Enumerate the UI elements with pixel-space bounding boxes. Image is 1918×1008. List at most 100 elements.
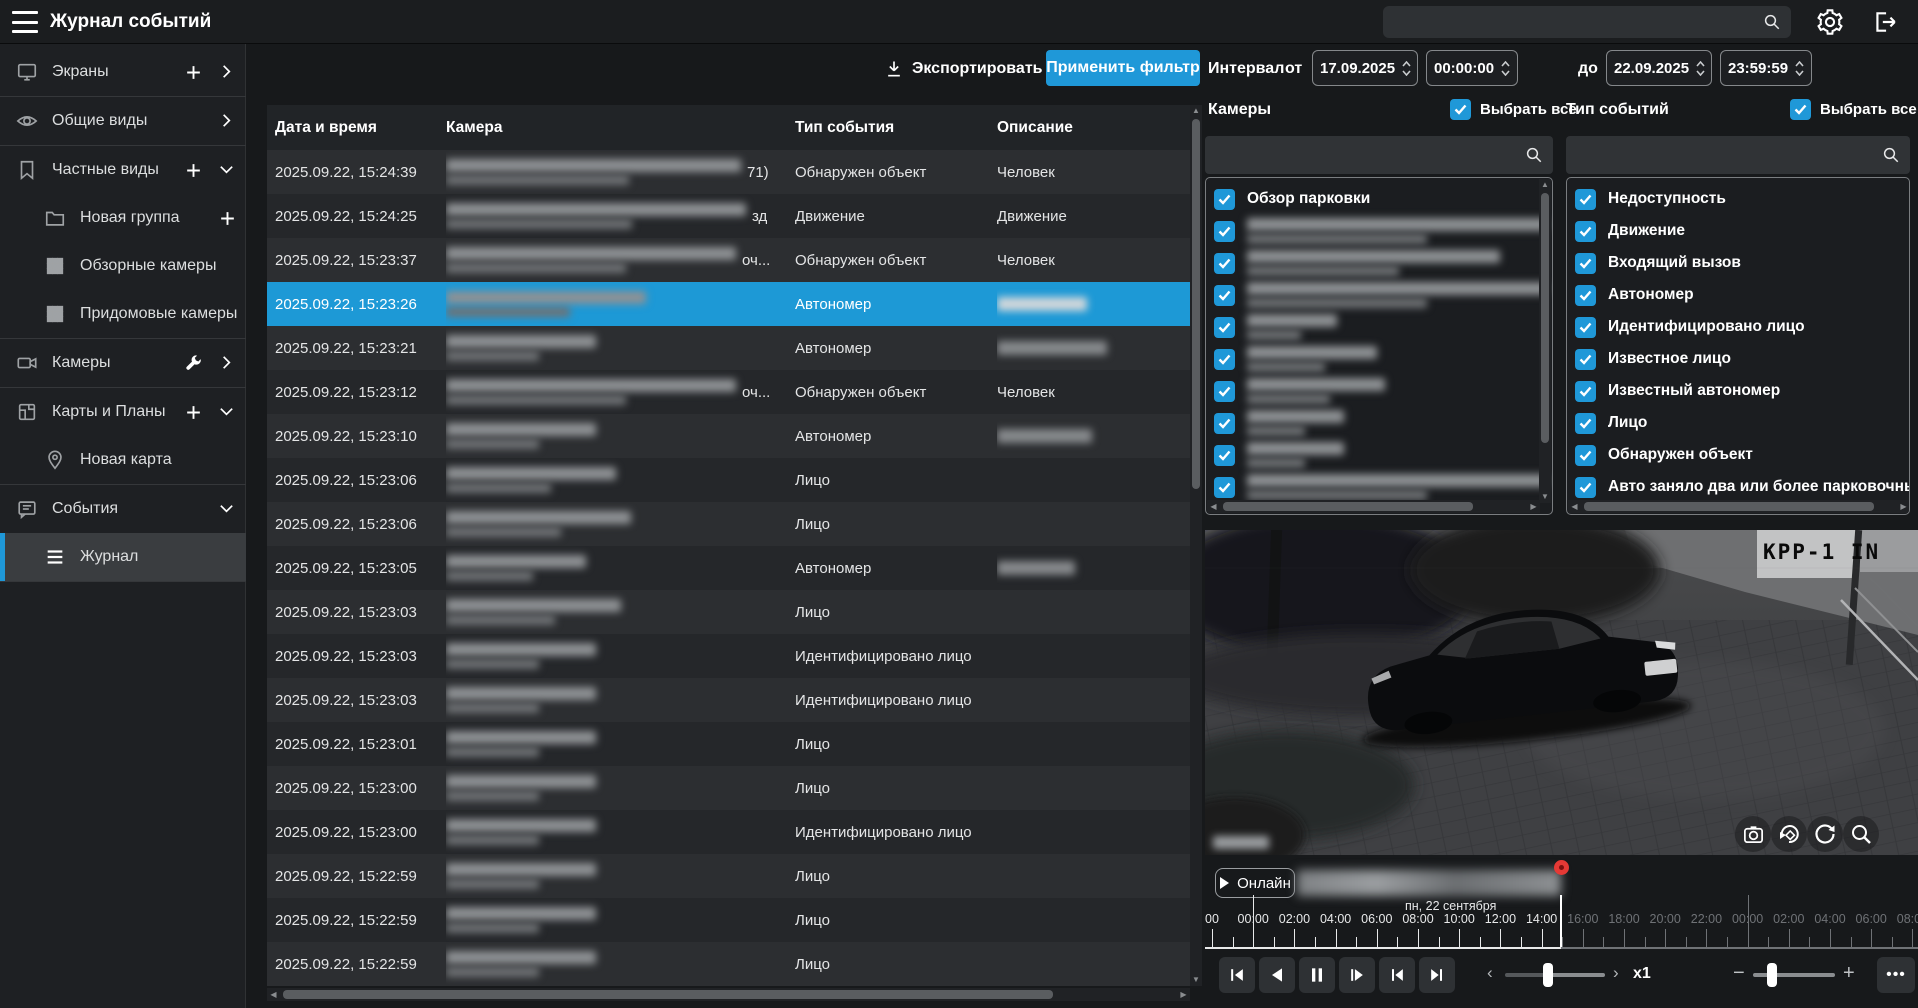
event-types-select-all[interactable]: Выбрать все — [1790, 99, 1917, 120]
scroll-down-icon[interactable]: ▼ — [1539, 491, 1551, 503]
add-icon[interactable] — [184, 403, 202, 421]
camera-filter-item[interactable] — [1214, 471, 1547, 503]
zoom-out-icon[interactable]: − — [1733, 962, 1745, 985]
to-date-picker[interactable]: 22.09.2025 — [1606, 50, 1712, 86]
pause-button[interactable] — [1299, 957, 1335, 993]
table-row[interactable]: 2025.09.22, 15:24:25здДвижениеДвижение — [267, 194, 1190, 238]
cameras-vertical-scrollbar[interactable]: ▲ ▼ — [1539, 179, 1551, 503]
chevron-right-icon[interactable] — [218, 63, 236, 81]
checkbox-checked-icon[interactable] — [1790, 99, 1811, 120]
chevron-down-icon[interactable] — [218, 403, 236, 421]
export-button[interactable]: Экспортировать — [884, 52, 1043, 86]
table-row[interactable]: 2025.09.22, 15:22:59Лицо — [267, 942, 1190, 986]
sidebar-item-Экраны[interactable]: Экраны — [0, 48, 246, 96]
checkbox-checked-icon[interactable] — [1214, 253, 1235, 274]
camera-filter-item[interactable] — [1214, 439, 1344, 471]
time-spinner-icon[interactable] — [1795, 61, 1804, 76]
table-row[interactable]: 2025.09.22, 15:23:12оч...Обнаружен объек… — [267, 370, 1190, 414]
cameras-horizontal-scrollbar[interactable]: ◀ ▶ — [1207, 500, 1540, 513]
wrench-icon[interactable] — [184, 354, 202, 372]
checkbox-checked-icon[interactable] — [1214, 349, 1235, 370]
checkbox-checked-icon[interactable] — [1450, 99, 1471, 120]
date-spinner-icon[interactable] — [1696, 61, 1705, 76]
sidebar-item-Частные виды[interactable]: Частные виды — [0, 146, 246, 194]
table-row[interactable]: 2025.09.22, 15:23:10Автономер — [267, 414, 1190, 458]
speed-slider[interactable] — [1505, 973, 1605, 977]
sidebar-item-Журнал[interactable]: Журнал — [0, 533, 246, 581]
sidebar-item-Придомовые камеры[interactable]: Придомовые камеры — [0, 290, 246, 338]
hamburger-menu-icon[interactable] — [12, 11, 38, 33]
previous-event-button[interactable] — [1379, 957, 1415, 993]
timeline-event-marker[interactable] — [1554, 860, 1569, 875]
step-backward-button[interactable] — [1219, 957, 1255, 993]
table-row[interactable]: 2025.09.22, 15:23:03Лицо — [267, 590, 1190, 634]
camera-filter-item[interactable] — [1214, 279, 1547, 311]
table-row[interactable]: 2025.09.22, 15:23:05Автономер — [267, 546, 1190, 590]
chevron-down-icon[interactable] — [218, 500, 236, 518]
scroll-right-icon[interactable]: ▶ — [1897, 500, 1910, 513]
from-time-picker[interactable]: 00:00:00 — [1426, 50, 1518, 86]
event-type-filter-item[interactable]: Обнаружен объект — [1575, 439, 1753, 471]
zoom-icon[interactable] — [1843, 816, 1879, 852]
timeline-zoom-thumb[interactable] — [1767, 963, 1777, 987]
scroll-up-icon[interactable]: ▲ — [1190, 105, 1202, 117]
scrollbar-thumb[interactable] — [1223, 502, 1473, 511]
scrollbar-thumb[interactable] — [1541, 193, 1549, 443]
table-row[interactable]: 2025.09.22, 15:23:00Идентифицировано лиц… — [267, 810, 1190, 854]
event-type-filter-item[interactable]: Известное лицо — [1575, 343, 1731, 375]
checkbox-checked-icon[interactable] — [1575, 221, 1596, 242]
checkbox-checked-icon[interactable] — [1575, 445, 1596, 466]
table-row[interactable]: 2025.09.22, 15:23:01Лицо — [267, 722, 1190, 766]
snapshot-icon[interactable] — [1735, 816, 1771, 852]
play-backward-button[interactable] — [1259, 957, 1295, 993]
scroll-up-icon[interactable]: ▲ — [1539, 179, 1551, 191]
checkbox-checked-icon[interactable] — [1575, 317, 1596, 338]
event-type-filter-item[interactable]: Лицо — [1575, 407, 1647, 439]
scroll-down-icon[interactable]: ▼ — [1190, 974, 1202, 986]
scrollbar-thumb[interactable] — [283, 990, 1053, 999]
scroll-left-icon[interactable]: ◀ — [267, 988, 280, 1001]
add-icon[interactable] — [218, 209, 236, 227]
sidebar-item-Общие виды[interactable]: Общие виды — [0, 97, 246, 145]
apply-filter-button[interactable]: Применить фильтр — [1046, 50, 1200, 86]
table-vertical-scrollbar[interactable]: ▲ ▼ — [1190, 105, 1202, 986]
next-event-button[interactable] — [1419, 957, 1455, 993]
camera-filter-item[interactable] — [1214, 343, 1377, 375]
camera-filter-item[interactable] — [1214, 375, 1385, 407]
event-type-filter-item[interactable]: Авто заняло два или более парковочнь — [1575, 471, 1910, 503]
table-row[interactable]: 2025.09.22, 15:23:06Лицо — [267, 502, 1190, 546]
global-search-input[interactable] — [1383, 14, 1763, 31]
checkbox-checked-icon[interactable] — [1214, 413, 1235, 434]
checkbox-checked-icon[interactable] — [1214, 317, 1235, 338]
scroll-right-icon[interactable]: ▶ — [1177, 988, 1190, 1001]
table-row[interactable]: 2025.09.22, 15:24:3971)Обнаружен объектЧ… — [267, 150, 1190, 194]
scrollbar-thumb[interactable] — [1192, 119, 1200, 489]
chevron-right-icon[interactable] — [218, 112, 236, 130]
sidebar-item-События[interactable]: События — [0, 485, 246, 533]
checkbox-checked-icon[interactable] — [1214, 221, 1235, 242]
event-type-filter-item[interactable]: Известный автономер — [1575, 375, 1780, 407]
sidebar-item-Обзорные камеры[interactable]: Обзорные камеры — [0, 242, 246, 290]
camera-filter-item[interactable] — [1214, 311, 1337, 343]
cameras-select-all[interactable]: Выбрать все — [1450, 99, 1577, 120]
event-type-filter-item[interactable]: Автономер — [1575, 279, 1694, 311]
checkbox-checked-icon[interactable] — [1214, 381, 1235, 402]
video-player[interactable]: KPP-1 IN — [1205, 530, 1918, 855]
checkbox-checked-icon[interactable] — [1214, 189, 1235, 210]
table-row[interactable]: 2025.09.22, 15:23:03Идентифицировано лиц… — [267, 634, 1190, 678]
table-row[interactable]: 2025.09.22, 15:23:06Лицо — [267, 458, 1190, 502]
checkbox-checked-icon[interactable] — [1575, 285, 1596, 306]
checkbox-checked-icon[interactable] — [1575, 381, 1596, 402]
camera-filter-item[interactable]: Обзор парковки — [1214, 183, 1370, 215]
speed-decrease-icon[interactable]: ‹ — [1487, 963, 1493, 983]
date-spinner-icon[interactable] — [1402, 61, 1411, 76]
online-button[interactable]: Онлайн — [1215, 868, 1295, 898]
timeline[interactable]: Онлайн пн, 22 сентября 0000:0002:0004:00… — [1205, 855, 1918, 955]
event-types-search-input[interactable] — [1566, 147, 1882, 164]
logout-icon[interactable] — [1872, 9, 1898, 35]
checkbox-checked-icon[interactable] — [1575, 413, 1596, 434]
event-type-filter-item[interactable]: Идентифицировано лицо — [1575, 311, 1805, 343]
table-row[interactable]: 2025.09.22, 15:23:03Идентифицировано лиц… — [267, 678, 1190, 722]
camera-filter-item[interactable] — [1214, 247, 1500, 279]
refresh-icon[interactable] — [1807, 816, 1843, 852]
